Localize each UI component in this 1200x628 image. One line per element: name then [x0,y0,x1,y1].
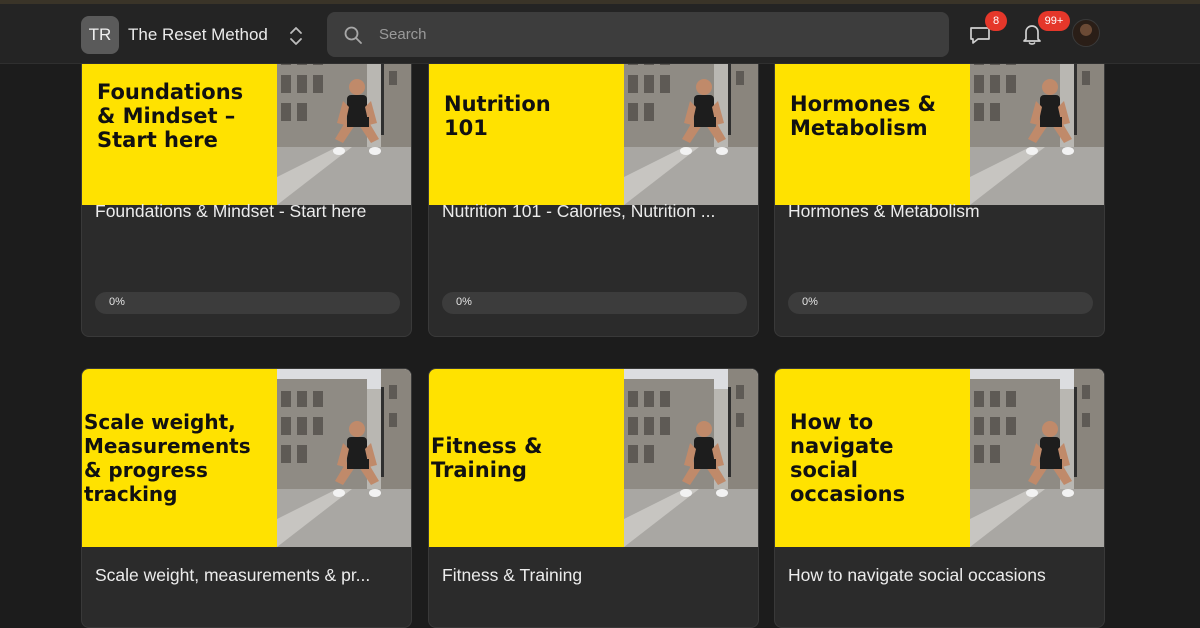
coach-photo [970,369,1104,547]
course-card[interactable]: Foundations & Mindset – Start here Found… [81,26,412,337]
progress-bar: 0% [95,292,400,314]
course-title[interactable]: Scale weight, measurements & pr... [95,565,400,586]
profile-avatar[interactable] [1072,19,1100,47]
thumbnail-text: How to navigate social occasions [775,369,970,547]
coach-photo [624,369,758,547]
chevron-up-down-icon[interactable] [287,24,305,48]
course-thumbnail[interactable]: Scale weight, Measurements & progress tr… [82,369,411,547]
community-avatar[interactable]: TR [81,16,119,54]
course-title[interactable]: Nutrition 101 - Calories, Nutrition ... [442,201,747,222]
community-brand[interactable]: TR The Reset Method [81,16,268,54]
coach-photo [277,369,411,547]
community-name[interactable]: The Reset Method [128,25,268,45]
progress-label: 0% [802,296,818,308]
notification-badge: 99+ [1038,11,1070,31]
course-grid: Foundations & Mindset – Start here Found… [0,0,1200,628]
search-input[interactable] [379,12,919,57]
progress-bar: 0% [788,292,1093,314]
progress-label: 0% [109,296,125,308]
course-thumbnail[interactable]: Fitness & Training [429,369,758,547]
search-icon [343,25,363,45]
course-thumbnail[interactable]: How to navigate social occasions [775,369,1104,547]
top-bar: TR The Reset Method 8 99+ [0,4,1200,64]
thumbnail-text: Fitness & Training [429,369,624,547]
chat-unread-badge: 8 [985,11,1007,31]
course-title[interactable]: Hormones & Metabolism [788,201,1093,222]
course-title[interactable]: Fitness & Training [442,565,747,586]
progress-label: 0% [456,296,472,308]
course-card[interactable]: Nutrition 101 Nutrition 101 - Calories, … [428,26,759,337]
course-title[interactable]: Foundations & Mindset - Start here [95,201,400,222]
course-card[interactable]: Scale weight, Measurements & progress tr… [81,368,412,628]
course-card[interactable]: Hormones & Metabolism Hormones & Metabol… [774,26,1105,337]
course-card[interactable]: How to navigate social occasions How to … [774,368,1105,628]
course-title[interactable]: How to navigate social occasions [788,565,1093,586]
thumbnail-text: Scale weight, Measurements & progress tr… [82,369,277,547]
course-card[interactable]: Fitness & Training Fitness & Training [428,368,759,628]
progress-bar: 0% [442,292,747,314]
search-bar[interactable] [327,12,949,57]
